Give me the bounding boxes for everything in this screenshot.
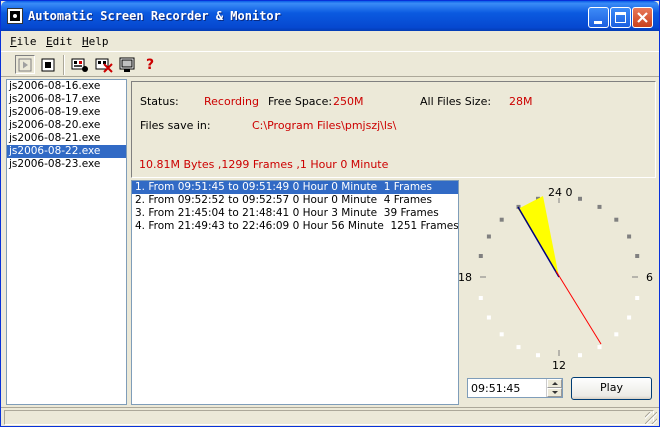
delete-icon [95,58,113,73]
menu-edit[interactable]: Edit [46,35,73,48]
main-window: Automatic Screen Recorder & Monitor File… [0,0,660,427]
time-input[interactable] [468,379,546,397]
status-bar [1,407,659,426]
delete-tool-button[interactable] [94,55,114,74]
record-list-item[interactable]: 3. From 21:45:04 to 21:48:41 0 Hour 3 Mi… [132,207,458,220]
record-settings-tool-button[interactable] [70,55,90,74]
resize-grip[interactable] [645,412,657,424]
clock-panel: 24 0 6 12 18 [458,179,659,374]
file-list-item[interactable]: js2006-08-21.exe [7,132,126,145]
menu-file-accel: F [10,35,17,48]
time-spin-box [467,378,563,398]
toolbar-separator [63,55,65,75]
monitor-tool-button[interactable] [117,55,137,74]
clock-hour-dot [486,234,491,239]
clock-label-bottom: 12 [552,359,566,372]
save-in-path: C:\Program Files\pmjszj\ls\ [252,119,397,132]
clock-hour-dot [635,296,640,300]
menu-file-label: ile [16,35,37,48]
toolbar: ? [1,51,659,77]
clock-hour-dot [627,234,632,239]
clock-label-right: 6 [646,271,653,284]
play-icon [18,58,32,71]
menu-file[interactable]: File [10,35,37,48]
clock-hour-dot [627,315,632,320]
close-button[interactable] [632,7,653,28]
title-bar[interactable]: Automatic Screen Recorder & Monitor [1,1,659,31]
clock-hour-dot [486,315,491,320]
recording-sector [518,196,559,277]
app-icon[interactable] [7,8,23,24]
file-list-item[interactable]: js2006-08-16.exe [7,80,126,93]
file-list-item[interactable]: js2006-08-19.exe [7,106,126,119]
help-icon: ? [145,56,155,73]
play-button[interactable]: Play [571,377,652,400]
status-label: Status: [140,95,179,108]
minimize-icon [594,21,602,24]
clock-hour-dot [478,296,483,300]
menu-edit-accel: E [46,35,53,48]
clock-hour-dot [578,196,582,201]
file-list-item[interactable]: js2006-08-23.exe [7,158,126,171]
help-tool-button[interactable]: ? [140,55,160,74]
maximize-button[interactable] [610,7,631,28]
clock-hour-dot [478,254,483,258]
clock-label-left: 18 [459,271,472,284]
clock-dial[interactable]: 24 0 6 12 18 [458,179,659,374]
play-tool-button[interactable] [15,55,35,74]
time-spinner [546,379,562,397]
clock-hour-dot [516,345,521,350]
minimize-button[interactable] [588,7,609,28]
menu-help-label: elp [88,35,109,48]
clock-hour-dot [597,345,602,350]
file-list-item[interactable]: js2006-08-20.exe [7,119,126,132]
clock-hour-dot [597,204,602,209]
clock-hour-dot [614,217,619,222]
stop-icon [41,58,55,71]
menu-help-accel: H [82,35,89,48]
menu-bar: File Edit Help [1,31,659,51]
window-title: Automatic Screen Recorder & Monitor [28,9,281,23]
clock-hour-dot [614,332,619,337]
record-list-item[interactable]: 1. From 09:51:45 to 09:51:49 0 Hour 0 Mi… [132,181,458,194]
clock-hour-dot [536,353,540,358]
summary-text: 10.81M Bytes ,1299 Frames ,1 Hour 0 Minu… [139,158,389,171]
record-settings-icon [71,58,88,72]
menu-help[interactable]: Help [82,35,109,48]
close-icon [637,12,648,23]
record-list-item[interactable]: 4. From 21:49:43 to 22:46:09 0 Hour 56 M… [132,220,458,233]
clock-minute-hand [555,270,602,345]
all-files-size-label: All Files Size: [420,95,492,108]
save-in-label: Files save in: [140,119,211,132]
free-space-label: Free Space: [268,95,333,108]
record-list-item[interactable]: 2. From 09:52:52 to 09:52:57 0 Hour 0 Mi… [132,194,458,207]
clock-hour-dot [635,254,640,258]
record-list[interactable]: 1. From 09:51:45 to 09:51:49 0 Hour 0 Mi… [131,180,459,405]
free-space-value: 250M [333,95,364,108]
spin-up-button[interactable] [547,379,562,388]
stop-tool-button[interactable] [38,55,58,74]
all-files-size-value: 28M [509,95,533,108]
status-pane [4,410,654,425]
file-list-item[interactable]: js2006-08-22.exe [7,145,126,158]
maximize-icon [615,12,626,23]
file-list[interactable]: js2006-08-16.exe js2006-08-17.exe js2006-0… [6,79,127,405]
menu-edit-label: dit [52,35,73,48]
file-list-item[interactable]: js2006-08-17.exe [7,93,126,106]
clock-hour-dot [499,217,504,222]
clock-hour-dot [499,332,504,337]
info-panel: Status: Recording Free Space: 250M All F… [131,81,656,178]
monitor-icon [119,57,135,72]
spin-down-button[interactable] [547,388,562,397]
clock-hour-dot [578,353,582,358]
clock-label-top: 24 0 [548,186,573,199]
status-value: Recording [204,95,260,108]
